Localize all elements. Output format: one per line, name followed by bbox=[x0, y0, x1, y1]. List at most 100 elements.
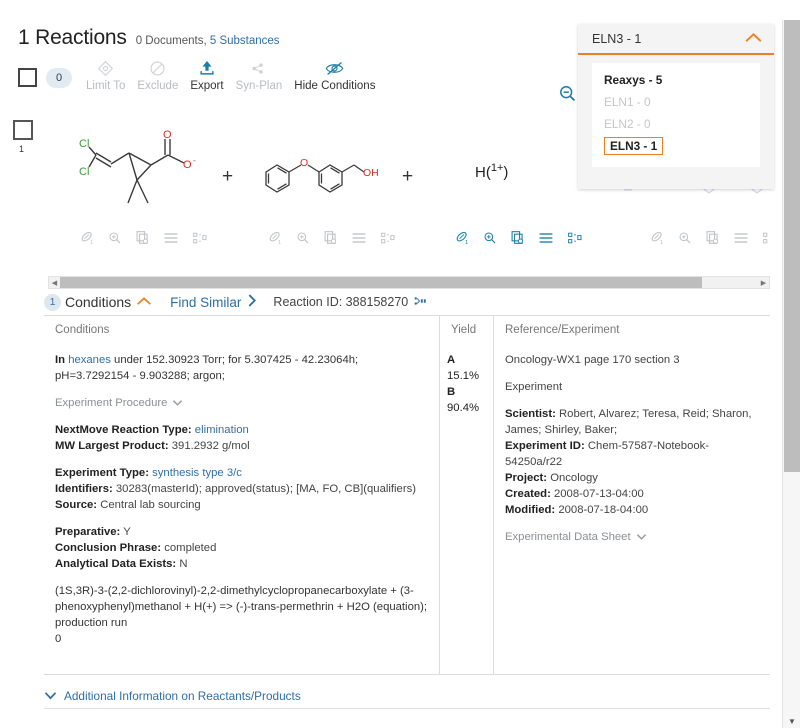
copy-structure-icon[interactable] bbox=[510, 230, 525, 245]
yield-column: Yield A 15.1% B 90.4% bbox=[440, 316, 494, 674]
structure-3-icon-strip: 1 bbox=[455, 230, 583, 245]
field-label: Scientist: bbox=[505, 408, 556, 420]
experimental-data-sheet-label: Experimental Data Sheet bbox=[505, 531, 631, 543]
substance-icon[interactable]: 1 bbox=[455, 230, 470, 245]
field-row: Modified: 2008-07-18-04:00 bbox=[505, 502, 759, 518]
substance-icon[interactable]: 1 bbox=[80, 230, 95, 245]
hscroll-right-arrow[interactable]: ▶ bbox=[758, 279, 769, 287]
exclude-icon bbox=[149, 58, 166, 78]
reaction-id-copy-icon[interactable] bbox=[413, 295, 427, 310]
structure-4-icon-strip: 1 bbox=[650, 230, 770, 245]
field-row: Preparative: Y bbox=[55, 524, 428, 540]
documents-count: 0 Documents, bbox=[135, 35, 207, 47]
zoom-in-icon[interactable] bbox=[678, 231, 692, 245]
zoom-in-icon[interactable] bbox=[108, 231, 122, 245]
reaction-id-label: Reaction ID: 388158270 bbox=[273, 295, 409, 309]
field-label: Source: bbox=[55, 499, 98, 511]
substance-icon[interactable]: 1 bbox=[268, 230, 283, 245]
yield-row: A 15.1% bbox=[447, 352, 482, 384]
dropdown-option-label: ELN2 - 0 bbox=[604, 117, 651, 131]
limit-to-button[interactable]: Limit To bbox=[86, 58, 125, 92]
field-row: Analytical Data Exists: N bbox=[55, 556, 428, 572]
horizontal-scrollbar[interactable]: ◀ ▶ bbox=[48, 276, 770, 289]
substances-count-link[interactable]: 5 Substances bbox=[210, 35, 280, 47]
conditions-label[interactable]: Conditions bbox=[65, 294, 131, 310]
yield-row: B 90.4% bbox=[447, 384, 482, 416]
vscroll-thumb[interactable] bbox=[784, 20, 800, 472]
solvent-link[interactable]: hexanes bbox=[68, 354, 111, 366]
yield-value: 90.4% bbox=[447, 402, 480, 414]
svg-text:Cl: Cl bbox=[79, 166, 89, 178]
zoom-in-icon[interactable] bbox=[296, 231, 310, 245]
field-value: N bbox=[179, 558, 188, 570]
hscroll-left-arrow[interactable]: ◀ bbox=[49, 279, 60, 287]
svg-text:1: 1 bbox=[278, 240, 281, 245]
field-value: Y bbox=[123, 526, 131, 538]
reference-column-header: Reference/Experiment bbox=[505, 324, 620, 336]
field-row: Created: 2008-07-13-04:00 bbox=[505, 486, 759, 502]
dropdown-option-reaxys[interactable]: Reaxys - 5 bbox=[592, 69, 760, 91]
chevron-right-icon[interactable] bbox=[247, 293, 257, 311]
select-all-checkbox[interactable] bbox=[18, 68, 37, 87]
details-icon[interactable] bbox=[163, 231, 179, 245]
substance-icon[interactable]: 1 bbox=[650, 230, 665, 245]
properties-icon[interactable] bbox=[762, 231, 770, 245]
find-similar-link[interactable]: Find Similar bbox=[170, 295, 241, 310]
vertical-scrollbar[interactable]: ▼ bbox=[782, 20, 800, 728]
yield-value: 15.1% bbox=[447, 370, 480, 382]
chevron-up-icon[interactable] bbox=[136, 295, 152, 309]
field-group-1: NextMove Reaction Type: elimination MW L… bbox=[55, 422, 428, 454]
copy-structure-icon[interactable] bbox=[705, 230, 720, 245]
exclude-button[interactable]: Exclude bbox=[137, 58, 178, 92]
properties-icon[interactable] bbox=[567, 231, 583, 245]
field-label: Analytical Data Exists: bbox=[55, 558, 177, 570]
reference-column-body: Oncology-WX1 page 170 section 3 Experime… bbox=[494, 344, 770, 545]
syn-plan-icon bbox=[250, 58, 267, 78]
field-value: 30283(masterId); approved(status); [MA, … bbox=[115, 483, 416, 495]
additional-info-toggle[interactable]: Additional Information on Reactants/Prod… bbox=[44, 683, 770, 709]
selected-count-badge: 0 bbox=[46, 68, 72, 88]
svg-text:1: 1 bbox=[90, 240, 93, 245]
details-icon[interactable] bbox=[733, 231, 749, 245]
field-group-3: Preparative: Y Conclusion Phrase: comple… bbox=[55, 524, 428, 572]
plus-sign-1: + bbox=[222, 166, 234, 187]
reaction-select-checkbox[interactable] bbox=[13, 120, 33, 140]
svg-text:O: O bbox=[183, 159, 192, 171]
field-row: Experiment Type: synthesis type 3/c bbox=[55, 465, 428, 481]
vscroll-down-arrow[interactable]: ▼ bbox=[783, 717, 800, 726]
details-icon[interactable] bbox=[351, 231, 367, 245]
conditions-in-label: In bbox=[55, 354, 66, 366]
copy-structure-icon[interactable] bbox=[135, 230, 150, 245]
properties-icon[interactable] bbox=[192, 231, 208, 245]
field-value: 391.2932 g/mol bbox=[171, 440, 250, 452]
conditions-column-header: Conditions bbox=[55, 324, 110, 336]
details-icon[interactable] bbox=[538, 231, 554, 245]
properties-icon[interactable] bbox=[380, 231, 396, 245]
top-strip bbox=[0, 0, 800, 20]
yield-column-header: Yield bbox=[451, 324, 477, 336]
export-button[interactable]: Export bbox=[190, 58, 224, 92]
zoom-out-icon[interactable] bbox=[558, 84, 578, 107]
syn-plan-button[interactable]: Syn-Plan bbox=[236, 58, 282, 92]
field-value: synthesis type 3/c bbox=[152, 467, 242, 479]
plus-sign-2: + bbox=[402, 166, 414, 187]
copy-structure-icon[interactable] bbox=[323, 230, 338, 245]
zoom-in-icon[interactable] bbox=[483, 231, 497, 245]
hide-conditions-icon bbox=[325, 58, 344, 78]
field-row: Identifiers: 30283(masterId); approved(s… bbox=[55, 481, 428, 497]
dropdown-option-eln3[interactable]: ELN3 - 1 bbox=[592, 135, 760, 157]
field-row: NextMove Reaction Type: elimination bbox=[55, 422, 428, 438]
hscroll-track[interactable] bbox=[60, 277, 758, 288]
hscroll-thumb[interactable] bbox=[60, 277, 703, 288]
experimental-data-sheet-toggle[interactable]: Experimental Data Sheet bbox=[505, 529, 647, 545]
experiment-procedure-toggle[interactable]: Experiment Procedure bbox=[55, 395, 183, 411]
additional-info-label: Additional Information on Reactants/Prod… bbox=[64, 688, 301, 703]
field-label: Experiment ID: bbox=[505, 440, 585, 452]
reactant-3-label: H(1+) bbox=[475, 162, 509, 181]
hide-conditions-button[interactable]: Hide Conditions bbox=[294, 58, 375, 92]
dropdown-header[interactable]: ELN3 - 1 bbox=[578, 24, 774, 55]
experiment-procedure-label: Experiment Procedure bbox=[55, 397, 168, 409]
chevron-up-icon[interactable] bbox=[744, 32, 763, 46]
conditions-summary-line: In hexanes under 152.30923 Torr; for 5.3… bbox=[55, 352, 428, 384]
reactant-2-structure: O OH bbox=[265, 157, 379, 193]
